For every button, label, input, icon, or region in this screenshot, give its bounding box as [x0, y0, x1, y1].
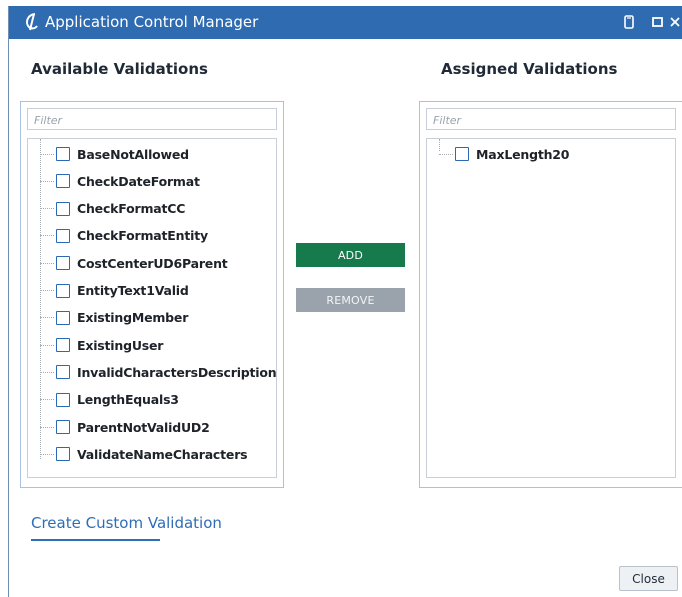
list-item[interactable]: CostCenterUD6Parent: [40, 252, 228, 274]
item-checkbox[interactable]: [56, 365, 70, 380]
link-underline: [31, 539, 160, 541]
list-item[interactable]: CheckDateFormat: [40, 170, 200, 192]
close-button[interactable]: Close: [619, 566, 678, 591]
list-item[interactable]: BaseNotAllowed: [40, 143, 189, 165]
remove-button[interactable]: REMOVE: [296, 288, 405, 312]
item-checkbox[interactable]: [56, 174, 70, 189]
tree-branch-line: [439, 153, 453, 155]
tree-branch-line: [40, 399, 54, 401]
item-checkbox[interactable]: [56, 147, 70, 161]
item-checkbox[interactable]: [56, 447, 70, 462]
assigned-filter-input[interactable]: [427, 110, 675, 131]
restore-icon[interactable]: [621, 14, 637, 30]
tree-branch-line: [40, 262, 54, 264]
available-validations-heading: Available Validations: [31, 60, 208, 78]
list-item[interactable]: ExistingUser: [40, 334, 163, 356]
item-label: ExistingMember: [77, 310, 189, 326]
list-item[interactable]: CheckFormatEntity: [40, 225, 208, 247]
window-title: Application Control Manager: [45, 13, 259, 31]
item-label: LengthEquals3: [77, 392, 179, 408]
item-label: CostCenterUD6Parent: [77, 255, 228, 271]
item-checkbox[interactable]: [56, 256, 70, 271]
tree-branch-line: [40, 344, 54, 346]
tree-branch-line: [40, 317, 54, 319]
maximize-icon[interactable]: [650, 14, 666, 30]
assigned-validations-list[interactable]: MaxLength20: [426, 138, 676, 478]
item-checkbox[interactable]: [56, 201, 70, 216]
list-item[interactable]: ParentNotValidUD2: [40, 416, 210, 438]
available-filter-input[interactable]: [28, 110, 276, 131]
tree-branch-line: [40, 180, 54, 182]
item-label: CheckDateFormat: [77, 173, 200, 189]
item-label: EntityText1Valid: [77, 283, 189, 298]
assigned-validations-panel: MaxLength20: [419, 101, 682, 488]
available-filter-field[interactable]: [27, 108, 277, 131]
tree-branch-line: [40, 208, 54, 210]
item-label: BaseNotAllowed: [77, 146, 189, 162]
tree-branch-line: [40, 426, 54, 428]
available-validations-panel: BaseNotAllowed CheckDateFormat CheckFormat…: [20, 101, 284, 488]
add-button[interactable]: ADD: [296, 243, 405, 267]
item-checkbox[interactable]: [56, 228, 70, 243]
list-item[interactable]: MaxLength20: [439, 143, 569, 165]
tree-branch-line: [40, 235, 54, 237]
item-label: ExistingUser: [77, 337, 164, 353]
create-custom-validation-link[interactable]: Create Custom Validation: [31, 514, 222, 532]
item-label: ParentNotValidUD2: [77, 419, 210, 435]
list-item[interactable]: CheckFormatCC: [40, 198, 185, 220]
available-validations-list[interactable]: BaseNotAllowed CheckDateFormat CheckFormat…: [27, 138, 277, 478]
list-item[interactable]: InvalidCharactersDescription: [40, 361, 277, 383]
item-label: InvalidCharactersDescription: [77, 364, 277, 380]
item-checkbox[interactable]: [56, 392, 70, 407]
item-label: CheckFormatEntity: [77, 228, 208, 244]
item-checkbox[interactable]: [56, 310, 70, 325]
tree-branch-line: [40, 290, 54, 291]
item-checkbox[interactable]: [56, 338, 70, 353]
assigned-filter-field[interactable]: [426, 108, 676, 131]
tree-branch-line: [40, 371, 54, 373]
title-bar[interactable]: Application Control Manager: [9, 6, 682, 39]
item-label: ValidateNameCharacters: [77, 446, 248, 462]
assigned-validations-heading: Assigned Validations: [441, 60, 618, 78]
list-item[interactable]: LengthEquals3: [40, 389, 179, 411]
list-item[interactable]: EntityText1Valid: [40, 280, 189, 302]
item-checkbox[interactable]: [56, 420, 70, 434]
tree-branch-line: [40, 153, 54, 155]
item-checkbox[interactable]: [455, 147, 469, 161]
tree-branch-line: [40, 453, 54, 455]
item-label: CheckFormatCC: [77, 201, 186, 217]
app-window: Application Control Manager Available Va…: [8, 6, 682, 597]
close-icon[interactable]: [669, 14, 682, 30]
item-checkbox[interactable]: [56, 283, 70, 298]
list-item[interactable]: ValidateNameCharacters: [40, 443, 248, 465]
app-logo-icon: [26, 13, 38, 31]
item-label: MaxLength20: [476, 146, 570, 162]
list-item[interactable]: ExistingMember: [40, 307, 188, 329]
